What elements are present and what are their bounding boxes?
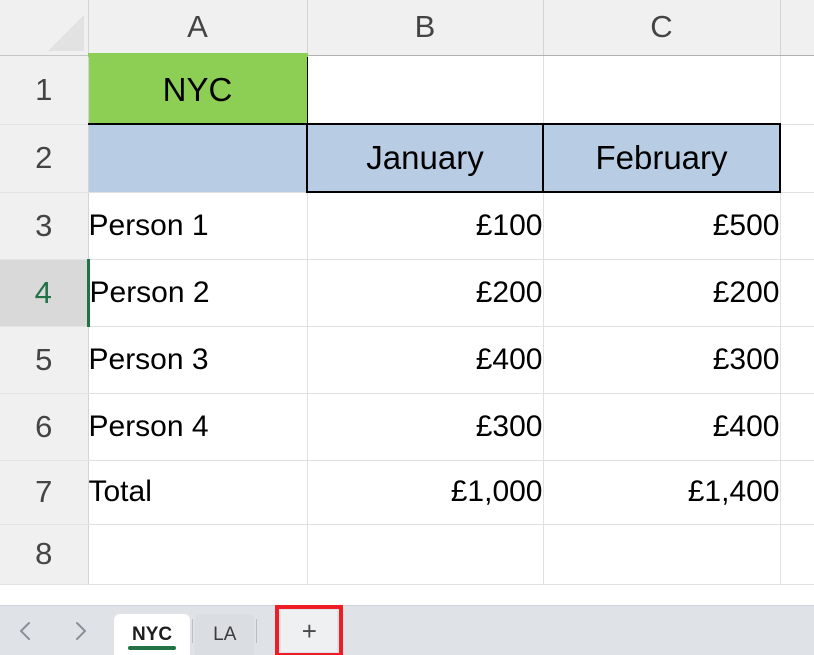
cell-d7[interactable]	[780, 460, 814, 525]
cell-d2[interactable]	[780, 124, 814, 193]
sheet-tab-bar: NYC LA +	[0, 604, 814, 655]
cell-a2[interactable]	[88, 124, 308, 193]
cell-d1[interactable]	[780, 55, 814, 125]
cell-d4[interactable]	[780, 259, 814, 327]
row-header-5[interactable]: 5	[0, 326, 89, 394]
spreadsheet-grid[interactable]: A B C 1 NYC 2 January February 3 Person …	[0, 0, 814, 605]
row-header-2[interactable]: 2	[0, 124, 89, 193]
table-row: 8	[0, 524, 814, 585]
cell-a1[interactable]: NYC	[88, 55, 308, 125]
row-header-3[interactable]: 3	[0, 192, 89, 260]
row-header-7[interactable]: 7	[0, 460, 89, 525]
spreadsheet-app: A B C 1 NYC 2 January February 3 Person …	[0, 0, 814, 655]
column-header-row: A B C	[0, 0, 814, 57]
row-header-8[interactable]: 8	[0, 524, 89, 585]
select-all-button[interactable]	[0, 0, 89, 56]
cell-d3[interactable]	[780, 192, 814, 260]
table-row: 4 Person 2 £200 £200	[0, 259, 814, 327]
column-header-d[interactable]	[780, 0, 814, 56]
cell-c4[interactable]: £200	[543, 259, 781, 327]
table-row: 3 Person 1 £100 £500	[0, 191, 814, 260]
cell-c2[interactable]: February	[542, 123, 781, 193]
column-header-b[interactable]: B	[307, 0, 544, 56]
cell-a7[interactable]: Total	[88, 460, 308, 525]
sheet-tab-label: LA	[213, 623, 237, 645]
cell-b6[interactable]: £300	[307, 393, 544, 461]
cell-c7[interactable]: £1,400	[543, 460, 781, 525]
cell-a8[interactable]	[88, 524, 308, 585]
cell-c5[interactable]: £300	[543, 326, 781, 394]
tab-divider	[192, 618, 194, 643]
cell-a5[interactable]: Person 3	[88, 326, 308, 394]
row-header-6[interactable]: 6	[0, 393, 89, 461]
cell-c3[interactable]: £500	[543, 191, 781, 260]
row-header-4[interactable]: 4	[0, 259, 90, 327]
sheet-tab-label: NYC	[132, 623, 173, 645]
cell-d5[interactable]	[780, 326, 814, 394]
sheet-nav-arrows	[14, 617, 92, 645]
cell-d8[interactable]	[780, 524, 814, 585]
cell-b5[interactable]: £400	[307, 326, 544, 394]
cell-b4[interactable]: £200	[307, 259, 544, 327]
chevron-right-icon[interactable]	[70, 617, 92, 645]
row-header-1[interactable]: 1	[0, 55, 89, 125]
table-row: 6 Person 4 £300 £400	[0, 393, 814, 461]
cell-b2[interactable]: January	[306, 123, 544, 193]
select-all-triangle-icon	[47, 14, 84, 51]
tab-divider	[256, 618, 258, 643]
active-tab-underline	[128, 645, 177, 650]
cell-c8[interactable]	[543, 524, 781, 585]
cell-d6[interactable]	[780, 393, 814, 461]
table-row: 7 Total £1,000 £1,400	[0, 460, 814, 525]
sheet-tab-nyc[interactable]: NYC	[114, 613, 191, 655]
cell-c6[interactable]: £400	[543, 393, 781, 461]
cell-a4[interactable]: Person 2	[88, 259, 308, 327]
cell-b3[interactable]: £100	[307, 191, 544, 260]
table-row: 5 Person 3 £400 £300	[0, 326, 814, 394]
cell-b8[interactable]	[307, 524, 544, 585]
table-row: 2 January February	[0, 123, 814, 193]
column-header-a[interactable]: A	[88, 0, 308, 57]
cell-b7[interactable]: £1,000	[307, 460, 544, 525]
add-sheet-button[interactable]: +	[281, 609, 338, 652]
cell-a3[interactable]: Person 1	[88, 192, 308, 260]
chevron-left-icon[interactable]	[14, 617, 36, 645]
grid-table: A B C 1 NYC 2 January February 3 Person …	[0, 0, 814, 585]
cell-a6[interactable]: Person 4	[88, 393, 308, 461]
cell-c1[interactable]	[543, 55, 781, 125]
sheet-tab-la[interactable]: LA	[195, 613, 255, 655]
table-row: 1 NYC	[0, 55, 814, 125]
column-header-c[interactable]: C	[543, 0, 781, 56]
cell-b1[interactable]	[307, 55, 544, 125]
add-sheet-area: +	[275, 604, 344, 655]
